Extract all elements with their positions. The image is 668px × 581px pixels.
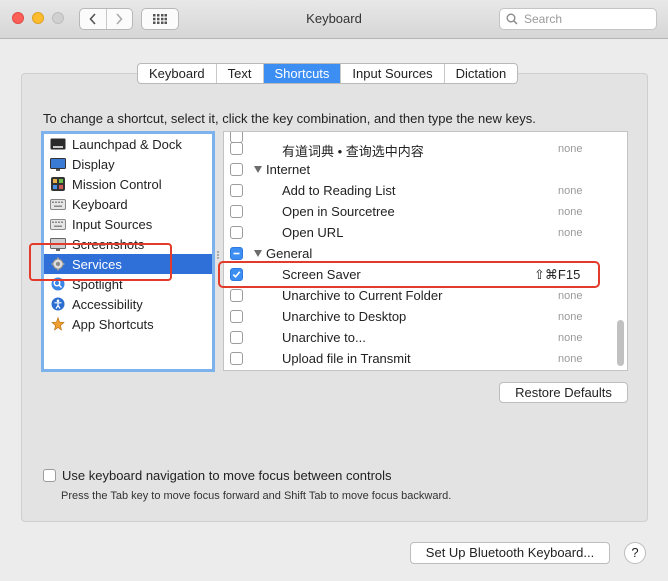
shortcut-key[interactable]: none — [558, 353, 582, 365]
highlight-services — [29, 243, 172, 281]
category-item-accessibility[interactable]: Accessibility — [44, 294, 212, 314]
shortcut-group-general[interactable]: General — [254, 246, 312, 261]
grid-icon — [153, 14, 167, 24]
shortcut-key[interactable]: none — [558, 185, 582, 197]
search-input[interactable] — [522, 11, 646, 27]
category-item-app-shortcuts[interactable]: App Shortcuts — [44, 314, 212, 334]
keyboard-navigation-option[interactable]: Use keyboard navigation to move focus be… — [43, 468, 392, 483]
tab-text[interactable]: Text — [215, 64, 263, 83]
mixed-state-icon — [233, 252, 240, 255]
navigation-buttons — [79, 8, 133, 30]
split-handle[interactable] — [216, 248, 220, 259]
scrollbar-thumb[interactable] — [617, 320, 624, 366]
category-item-keyboard[interactable]: Keyboard — [44, 194, 212, 214]
shortcut-group-checkbox[interactable] — [230, 247, 243, 260]
forward-button[interactable] — [105, 9, 133, 29]
restore-defaults-button[interactable]: Restore Defaults — [499, 382, 628, 403]
title-bar: Keyboard — [0, 0, 668, 39]
group-label: Internet — [266, 162, 311, 177]
zoom-window-button[interactable] — [52, 12, 64, 24]
shortcut-group-internet[interactable]: Internet — [254, 162, 310, 177]
shortcut-checkbox[interactable] — [230, 205, 243, 218]
shortcut-row: 有道词典 • 查询选中内容 none — [224, 139, 616, 160]
shortcut-checkbox[interactable] — [230, 352, 243, 365]
shortcut-checkbox[interactable] — [230, 142, 243, 155]
shortcut-name[interactable]: Unarchive to Desktop — [282, 309, 406, 324]
shortcut-name[interactable]: 有道词典 • 查询选中内容 — [282, 141, 424, 160]
tab-shortcuts[interactable]: Shortcuts — [262, 64, 341, 83]
shortcut-row: Open in Sourcetree none — [224, 202, 616, 223]
tab-bar: Keyboard Text Shortcuts Input Sources Di… — [137, 63, 519, 84]
shortcut-key[interactable]: none — [558, 311, 582, 323]
mission-control-icon — [50, 177, 66, 191]
tab-input-sources[interactable]: Input Sources — [340, 64, 443, 83]
input-sources-icon — [50, 217, 66, 231]
shortcut-key[interactable]: none — [558, 227, 582, 239]
shortcut-checkbox[interactable] — [230, 289, 243, 302]
disclosure-triangle-icon — [254, 250, 262, 257]
shortcut-list[interactable]: 有道词典 • 查询选中内容 none Internet Add to Readi… — [223, 131, 628, 371]
search-field[interactable] — [499, 8, 657, 30]
close-window-button[interactable] — [12, 12, 24, 24]
chevron-left-icon — [89, 13, 96, 25]
shortcut-key[interactable]: none — [558, 290, 582, 302]
launchpad-dock-icon — [50, 137, 66, 151]
back-button[interactable] — [80, 9, 106, 29]
disclosure-triangle-icon — [254, 166, 262, 173]
help-button[interactable]: ? — [624, 542, 646, 564]
app-shortcuts-icon — [50, 317, 66, 331]
category-item-launchpad-dock[interactable]: Launchpad & Dock — [44, 134, 212, 154]
shortcut-row: Open URL none — [224, 223, 616, 244]
keyboard-navigation-label: Use keyboard navigation to move focus be… — [62, 468, 392, 483]
shortcut-name[interactable]: Upload file in Transmit — [282, 351, 411, 366]
shortcut-group-row: Internet — [224, 160, 616, 181]
minimize-window-button[interactable] — [32, 12, 44, 24]
display-icon — [50, 157, 66, 171]
shortcut-key[interactable]: none — [558, 332, 582, 344]
category-label: Accessibility — [72, 296, 143, 312]
shortcut-group-checkbox[interactable] — [230, 163, 243, 176]
shortcut-key[interactable]: none — [558, 143, 582, 155]
shortcut-name[interactable]: Unarchive to Current Folder — [282, 288, 442, 303]
category-label: App Shortcuts — [72, 316, 154, 332]
shortcut-checkbox[interactable] — [230, 226, 243, 239]
keyboard-navigation-checkbox[interactable] — [43, 469, 56, 482]
shortcut-row: Unarchive to Desktop none — [224, 307, 616, 328]
tab-keyboard[interactable]: Keyboard — [138, 64, 216, 83]
category-item-input-sources[interactable]: Input Sources — [44, 214, 212, 234]
accessibility-icon — [50, 297, 66, 311]
instructions-text: To change a shortcut, select it, click t… — [43, 111, 536, 126]
shortcut-name[interactable]: Open URL — [282, 225, 343, 240]
category-item-mission-control[interactable]: Mission Control — [44, 174, 212, 194]
shortcut-row: Upload file in Transmit none — [224, 349, 616, 370]
keyboard-icon — [50, 197, 66, 211]
shortcut-row: Unarchive to... none — [224, 328, 616, 349]
shortcut-checkbox[interactable] — [230, 310, 243, 323]
show-all-button[interactable] — [141, 8, 179, 30]
chevron-right-icon — [116, 13, 123, 25]
split-dots-icon — [217, 251, 219, 259]
shortcut-checkbox[interactable] — [230, 184, 243, 197]
category-label: Launchpad & Dock — [72, 136, 182, 152]
tab-dictation[interactable]: Dictation — [443, 64, 518, 83]
shortcut-name[interactable]: Open in Sourcetree — [282, 204, 395, 219]
category-label: Keyboard — [72, 196, 128, 212]
group-label: General — [266, 246, 313, 261]
shortcut-checkbox[interactable] — [230, 331, 243, 344]
bluetooth-keyboard-button[interactable]: Set Up Bluetooth Keyboard... — [410, 542, 610, 564]
shortcut-row: Add to Reading List none — [224, 181, 616, 202]
category-item-display[interactable]: Display — [44, 154, 212, 174]
shortcut-row: Unarchive to Current Folder none — [224, 286, 616, 307]
category-label: Input Sources — [72, 216, 153, 232]
shortcut-key[interactable]: none — [558, 206, 582, 218]
highlight-screen-saver — [218, 261, 600, 288]
category-label: Mission Control — [72, 176, 162, 192]
shortcut-name[interactable]: Unarchive to... — [282, 330, 366, 345]
keyboard-navigation-hint: Press the Tab key to move focus forward … — [61, 490, 452, 502]
search-icon — [506, 13, 518, 25]
category-label: Display — [72, 156, 115, 172]
shortcut-name[interactable]: Add to Reading List — [282, 183, 395, 198]
